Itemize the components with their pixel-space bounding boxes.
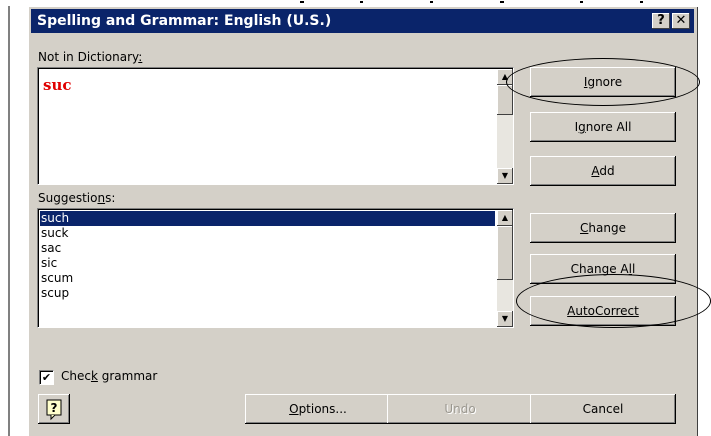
not-in-dictionary-box[interactable]: suc ▲ ▼: [37, 67, 514, 185]
label-text: s:: [105, 191, 116, 205]
background-mark: [300, 1, 304, 3]
suggestions-scrollbar[interactable]: ▲ ▼: [497, 210, 513, 327]
button-text: nore All: [585, 120, 632, 134]
label-text: grammar: [97, 369, 158, 383]
scroll-thumb[interactable]: [497, 226, 513, 280]
button-mnemonic: g: [578, 120, 586, 134]
page-edge: [8, 6, 10, 436]
background-mark: [360, 1, 363, 3]
change-all-button[interactable]: Change All: [530, 254, 676, 284]
check-grammar-checkbox[interactable]: ✔: [39, 370, 54, 385]
button-text: ptions...: [298, 402, 347, 416]
misspelled-word: suc: [43, 76, 72, 94]
spelling-grammar-dialog: Spelling and Grammar: English (U.S.) ? ✕…: [28, 6, 711, 436]
label-mnemonic: :: [138, 50, 143, 64]
suggestion-item[interactable]: sac: [40, 241, 495, 256]
background-mark: [430, 1, 433, 3]
change-button[interactable]: Change: [530, 213, 676, 243]
svg-text:?: ?: [51, 401, 58, 415]
suggestions-label: Suggestions:: [38, 191, 115, 205]
background-mark: [580, 1, 583, 3]
button-mnemonic: O: [289, 402, 299, 416]
label-text: Suggestio: [38, 191, 98, 205]
office-assistant-button[interactable]: ?: [38, 394, 70, 424]
help-titlebar-button[interactable]: ?: [652, 13, 670, 29]
title-bar[interactable]: Spelling and Grammar: English (U.S.) ? ✕: [31, 9, 694, 33]
add-button[interactable]: Add: [530, 156, 676, 186]
button-text: l: [631, 262, 636, 276]
ignore-button[interactable]: Ignore: [530, 67, 676, 97]
button-text: Change A: [570, 262, 629, 276]
cancel-button[interactable]: Cancel: [530, 394, 676, 424]
button-text: AutoCorrect: [567, 304, 639, 318]
check-grammar-label[interactable]: Check grammar: [61, 369, 157, 383]
background-mark: [640, 1, 643, 3]
dictionary-scrollbar[interactable]: ▲ ▼: [497, 69, 513, 184]
suggestion-item[interactable]: scup: [40, 286, 495, 301]
scroll-up-icon[interactable]: ▲: [497, 210, 513, 226]
scroll-up-icon[interactable]: ▲: [497, 69, 513, 85]
suggestions-listbox[interactable]: such suck sac sic scum scup ▲ ▼: [37, 208, 514, 328]
scroll-thumb[interactable]: [497, 85, 513, 115]
question-mark-icon: ?: [46, 399, 62, 421]
suggestion-item[interactable]: suck: [40, 226, 495, 241]
scroll-down-icon[interactable]: ▼: [497, 168, 513, 184]
undo-button[interactable]: Undo: [387, 394, 533, 424]
suggestion-item[interactable]: scum: [40, 271, 495, 286]
close-button[interactable]: ✕: [672, 13, 690, 29]
button-text: dd: [599, 164, 615, 178]
autocorrect-button[interactable]: AutoCorrect: [530, 296, 676, 326]
button-text: gnore: [587, 75, 623, 89]
ignore-all-button[interactable]: Ignore All: [530, 112, 676, 142]
background-document-margin: [0, 0, 14, 436]
scroll-down-icon[interactable]: ▼: [497, 311, 513, 327]
suggestions-list: such suck sac sic scum scup: [40, 211, 495, 301]
button-text: Undo: [444, 402, 476, 416]
label-mnemonic: n: [97, 191, 106, 205]
label-text: Chec: [61, 369, 91, 383]
options-button[interactable]: Options...: [245, 394, 391, 424]
button-text: hange: [588, 221, 626, 235]
dialog-title: Spelling and Grammar: English (U.S.): [37, 13, 332, 29]
button-text: Cancel: [582, 402, 624, 416]
suggestion-item[interactable]: sic: [40, 256, 495, 271]
not-in-dictionary-label: Not in Dictionary:: [38, 50, 142, 64]
label-text: Not in Dictionary: [38, 50, 139, 64]
suggestion-item[interactable]: such: [40, 211, 495, 226]
background-mark: [500, 1, 504, 3]
label-mnemonic: k: [90, 369, 98, 383]
